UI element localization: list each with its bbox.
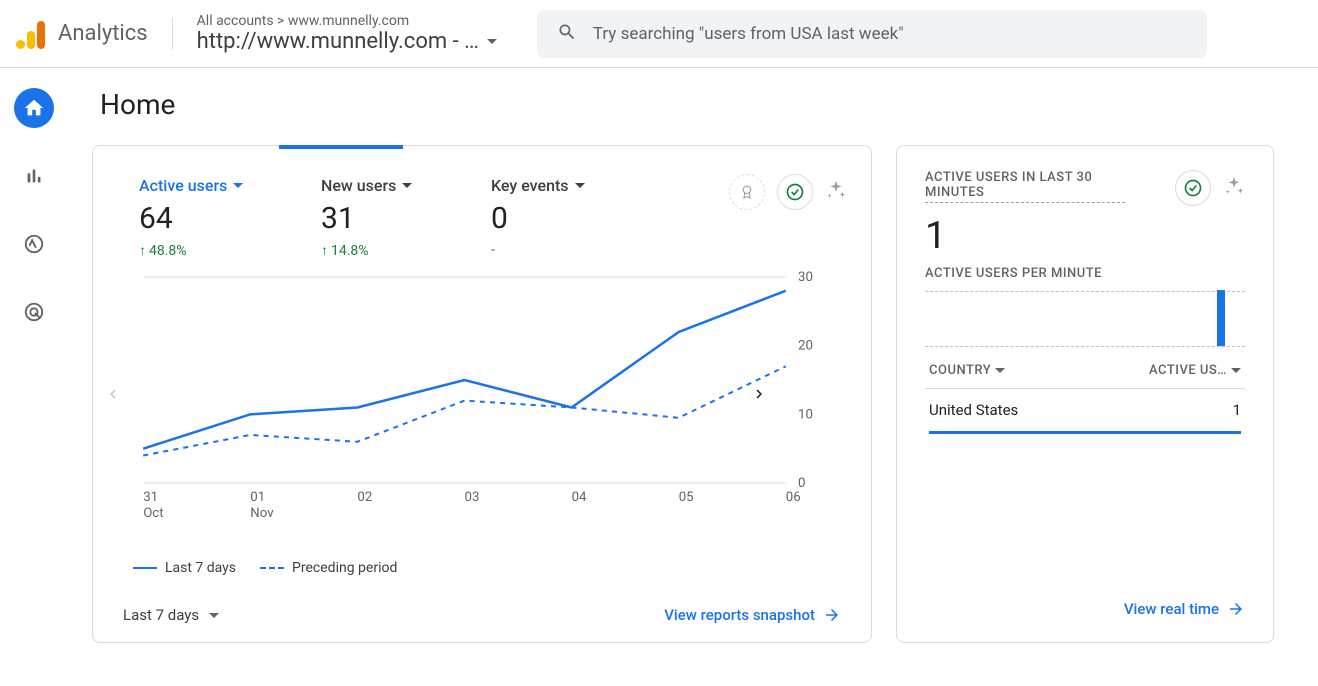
chevron-down-icon (575, 183, 585, 188)
scroll-left-button[interactable] (101, 382, 125, 406)
svg-text:05: 05 (679, 490, 694, 505)
chevron-down-icon (995, 368, 1005, 373)
metric-label-text: Active users (139, 176, 227, 195)
date-range-selector[interactable]: Last 7 days (123, 606, 219, 624)
header-divider (172, 18, 173, 50)
page-title: Home (100, 88, 1294, 121)
svg-text:02: 02 (357, 490, 372, 505)
arrow-up-icon: ↑ (139, 242, 146, 259)
realtime-row-bar (929, 431, 1241, 434)
line-chart: 0 10 20 30 31Oct 01Nov 02 03 04 05 06 (93, 259, 871, 560)
property-name: http://www.munnelly.com - … (197, 29, 479, 54)
svg-text:03: 03 (465, 490, 480, 505)
chevron-down-icon (1231, 368, 1241, 373)
realtime-table-row: United States 1 (925, 389, 1245, 431)
sparkle-icon[interactable] (1223, 175, 1245, 201)
svg-text:10: 10 (798, 407, 813, 422)
metric-tab-active-users[interactable]: Active users (139, 176, 309, 195)
product-name: Analytics (58, 21, 148, 46)
legend-previous: Preceding period (260, 560, 397, 576)
realtime-bar-chart (925, 291, 1245, 347)
metric-change-empty: - (491, 242, 661, 258)
arrow-up-icon: ↑ (321, 242, 328, 259)
legend-current: Last 7 days (133, 560, 236, 576)
chevron-down-icon (402, 183, 412, 188)
view-realtime-link[interactable]: View real time (1124, 600, 1245, 618)
metric-label-text: New users (321, 176, 396, 195)
chevron-down-icon (233, 183, 243, 188)
sidebar-item-explore[interactable] (14, 224, 54, 264)
sidebar-item-reports[interactable] (14, 156, 54, 196)
realtime-active-users: 1 (925, 214, 1245, 258)
svg-text:04: 04 (572, 490, 588, 505)
sidebar-item-home[interactable] (14, 88, 54, 128)
account-selector[interactable]: All accounts > www.munnelly.com http://w… (197, 13, 497, 54)
metric-value: 64 (139, 201, 309, 236)
realtime-subtitle: ACTIVE USERS PER MINUTE (925, 266, 1245, 281)
svg-text:31: 31 (143, 490, 158, 505)
search-input[interactable]: Try searching "users from USA last week" (537, 10, 1207, 58)
realtime-sort-country[interactable]: COUNTRY (929, 363, 1005, 378)
svg-text:30: 30 (798, 271, 813, 285)
realtime-title: ACTIVE USERS IN LAST 30 MINUTES (925, 170, 1125, 203)
svg-text:01: 01 (250, 490, 265, 505)
metric-label-text: Key events (491, 176, 569, 195)
search-icon (557, 22, 577, 46)
chevron-down-icon (487, 39, 497, 44)
svg-text:20: 20 (798, 339, 813, 354)
search-placeholder: Try searching "users from USA last week" (593, 24, 904, 44)
chevron-down-icon (209, 613, 219, 618)
metric-tab-new-users[interactable]: New users (321, 176, 491, 195)
realtime-sort-users[interactable]: ACTIVE US… (1149, 363, 1241, 378)
metric-change: ↑ 14.8% (321, 242, 491, 259)
svg-text:0: 0 (798, 476, 805, 491)
realtime-bar (1217, 290, 1225, 346)
svg-text:Nov: Nov (250, 506, 274, 521)
realtime-country: United States (929, 401, 1018, 419)
scroll-right-button[interactable] (747, 382, 771, 406)
legend-line-icon (133, 567, 157, 569)
legend-dash-icon (260, 567, 284, 569)
realtime-card: ACTIVE USERS IN LAST 30 MINUTES 1 ACTIVE… (896, 145, 1274, 643)
metric-tab-key-events[interactable]: Key events (491, 176, 661, 195)
metric-change: ↑ 48.8% (139, 242, 309, 259)
overview-card: Active users 64 ↑ 48.8% New users (92, 145, 872, 643)
realtime-users: 1 (1233, 401, 1241, 419)
analytics-logo-icon (16, 19, 46, 49)
svg-text:06: 06 (786, 490, 801, 505)
breadcrumb: All accounts > www.munnelly.com (197, 13, 497, 29)
sidebar-item-advertising[interactable] (14, 292, 54, 332)
metric-value: 0 (491, 201, 661, 236)
data-quality-icon[interactable] (1175, 170, 1211, 206)
view-reports-link[interactable]: View reports snapshot (664, 606, 841, 624)
svg-text:Oct: Oct (143, 506, 163, 521)
metric-value: 31 (321, 201, 491, 236)
